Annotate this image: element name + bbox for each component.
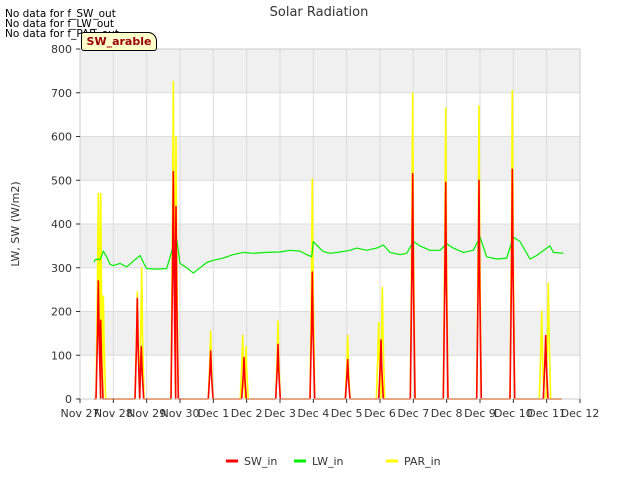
- legend: SW_in LW_in PAR_in: [226, 455, 441, 468]
- y-tick-label: 600: [51, 131, 72, 144]
- y-tick-label: 500: [51, 174, 72, 187]
- legend-label: PAR_in: [404, 455, 441, 468]
- y-tick-label: 300: [51, 262, 72, 275]
- y-axis-label: LW, SW (W/m2): [9, 181, 22, 266]
- y-tick-label: 200: [51, 306, 72, 319]
- x-tick-label: Dec 5: [331, 407, 363, 420]
- plot-band: [80, 136, 580, 181]
- legend-label: SW_in: [244, 455, 277, 468]
- y-tick-label: 100: [51, 349, 72, 362]
- y-tick-label: 800: [51, 43, 72, 56]
- x-tick-label: Dec 7: [397, 407, 429, 420]
- x-tick-label: Dec 6: [364, 407, 396, 420]
- plot-band: [80, 311, 580, 356]
- x-tick-label: Dec 3: [264, 407, 296, 420]
- x-tick-label: Dec 9: [464, 407, 496, 420]
- x-tick-label: Dec 12: [561, 407, 600, 420]
- plot-band: [80, 224, 580, 268]
- sw-arable-badge: SW_arable: [81, 32, 157, 51]
- chart-stage: 0 100 200 300 400 500 600 700 800 Nov 27 Nov 28 Nov…: [0, 0, 640, 480]
- x-tick-label: Dec 8: [431, 407, 463, 420]
- x-tick-label: Dec 1: [197, 407, 229, 420]
- plot-band: [80, 49, 580, 93]
- x-tick-label: Dec 2: [231, 407, 263, 420]
- x-tick-label: Nov 30: [161, 407, 200, 420]
- x-tick-label: Dec 4: [297, 407, 329, 420]
- y-tick-label: 700: [51, 87, 72, 100]
- chart-title: Solar Radiation: [270, 5, 369, 20]
- y-tick-label: 0: [65, 393, 72, 406]
- legend-label: LW_in: [312, 455, 344, 468]
- y-tick-label: 400: [51, 218, 72, 231]
- chart-svg: 0100200300400500600700800Nov 27Nov 28Nov…: [9, 5, 600, 468]
